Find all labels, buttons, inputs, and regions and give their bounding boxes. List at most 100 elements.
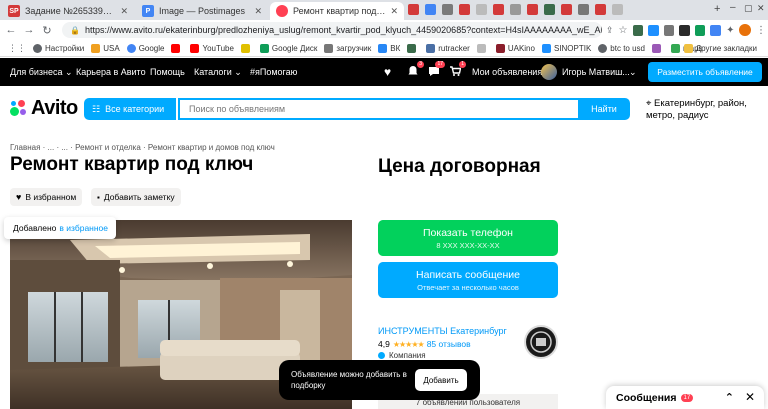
all-categories-button[interactable]: ☷ Все категории (84, 98, 176, 120)
bookmark-item[interactable]: Google (126, 43, 164, 53)
tab-favicon-icon[interactable] (527, 4, 538, 15)
tab-favicon-icon[interactable] (408, 4, 419, 15)
tab-favicon-icon[interactable] (578, 4, 589, 15)
extension-icon[interactable] (632, 24, 644, 36)
user-avatar[interactable] (541, 64, 557, 80)
bookmark-item[interactable] (171, 43, 183, 53)
added-to-favorites-tooltip: Добавлено в избранное (4, 217, 116, 239)
bookmark-item[interactable]: rutracker (426, 43, 470, 53)
breadcrumb[interactable]: Главная · ... · ... · Ремонт и отделка ·… (10, 143, 275, 152)
extension-icon[interactable] (663, 24, 675, 36)
seller-logo[interactable] (524, 325, 558, 359)
bookmark-item[interactable] (240, 43, 253, 53)
tab-favicon-icon: P (142, 5, 154, 17)
for-business-link[interactable]: Для бизнеса ⌄ (10, 67, 73, 78)
favorites-link[interactable]: в избранное (59, 223, 108, 233)
notifications-bell-icon[interactable]: 3 (407, 61, 424, 77)
close-tab-icon[interactable]: ✕ (120, 6, 128, 17)
address-bar[interactable]: 🔒 https://www.avito.ru/ekaterinburg/pred… (62, 22, 602, 38)
browser-tab[interactable]: P Image — Postimages ✕ (136, 2, 268, 20)
bookmark-item[interactable]: загрузчик (324, 43, 371, 53)
new-tab-plus-icon[interactable]: + (714, 3, 720, 15)
extension-icon[interactable] (710, 24, 722, 36)
tab-favicon-icon[interactable] (561, 4, 572, 15)
tab-favicon-icon[interactable] (442, 4, 453, 15)
messenger-widget[interactable]: Сообщения 17 ⌃ ✕ (606, 386, 764, 409)
menu-dots-icon[interactable]: ⋮ (756, 25, 766, 36)
background-tabs (408, 4, 708, 18)
avito-logo[interactable]: Avito (10, 97, 78, 120)
rating-value: 4,9 (378, 339, 390, 349)
bookmark-item[interactable]: ВК (378, 43, 400, 53)
back-arrow-icon[interactable]: ← (2, 21, 20, 39)
bookmark-item[interactable]: SINOPTIK (541, 43, 591, 53)
bookmark-item[interactable]: YouTube (190, 43, 234, 53)
bookmark-item[interactable]: Другие закладки (683, 43, 757, 53)
share-icon[interactable]: ⇪ (606, 25, 614, 36)
close-window-icon[interactable]: ✕ (757, 3, 765, 14)
extension-icon[interactable] (648, 24, 659, 36)
favorites-heart-icon[interactable]: ♥ (384, 65, 391, 79)
minimize-icon[interactable]: – (730, 2, 736, 13)
tab-favicon-icon[interactable] (510, 4, 521, 15)
career-link[interactable]: Карьера в Авито (76, 67, 146, 77)
tab-favicon-icon[interactable] (459, 4, 470, 15)
bookmark-item[interactable]: btc to usd (598, 43, 645, 53)
catalogs-link[interactable]: Каталоги ⌄ (194, 67, 242, 78)
chevron-up-icon[interactable]: ⌃ (725, 391, 734, 404)
browser-tab-active[interactable]: Ремонт квартир под ключ в Екат ✕ (270, 2, 404, 20)
find-button[interactable]: Найти (578, 98, 630, 120)
maximize-icon[interactable]: ▢ (744, 3, 753, 14)
bookmark-item[interactable] (651, 43, 664, 53)
profile-avatar-icon[interactable] (739, 24, 752, 36)
cart-icon[interactable]: 1 (449, 61, 466, 77)
bookmark-item[interactable] (476, 43, 489, 53)
tab-favicon-icon[interactable] (476, 4, 487, 15)
my-ads-link[interactable]: Мои объявления (472, 67, 542, 77)
add-to-collection-button[interactable]: Добавить (415, 369, 467, 391)
favorite-toggle-button[interactable]: ♥ В избранном (10, 188, 83, 206)
bookmark-item[interactable]: Google Диск (259, 43, 317, 53)
search-placeholder: Поиск по объявлениям (189, 104, 286, 114)
price: Цена договорная (378, 156, 541, 177)
bookmark-item[interactable]: USA (91, 43, 120, 53)
seller-type-label: Компания (389, 351, 426, 360)
show-phone-button[interactable]: Показать телефон 8 XXX XXX-XX-XX (378, 220, 558, 256)
tab-favicon-icon[interactable] (595, 4, 606, 15)
seller-name-link[interactable]: ИНСТРУМЕНТЫ Екатеринбург (378, 326, 507, 336)
close-icon[interactable]: ✕ (745, 390, 755, 404)
user-name-link[interactable]: Игорь Матвиш... (562, 67, 630, 77)
close-tab-icon[interactable]: ✕ (254, 6, 262, 17)
extension-icon[interactable] (694, 24, 706, 36)
post-ad-button[interactable]: Разместить объявление (648, 62, 762, 82)
logo-text: Avito (31, 97, 78, 119)
reviews-link[interactable]: 85 отзывов (427, 339, 471, 349)
bookmarks-bar: ⋮⋮ Настройки USA Google YouTube Google Д… (0, 40, 768, 57)
help-link[interactable]: Помощь (150, 67, 185, 77)
search-input[interactable]: Поиск по объявлениям (178, 98, 580, 120)
chevron-down-icon[interactable]: ⌄ (629, 67, 637, 78)
add-note-button[interactable]: ▪ Добавить заметку (91, 188, 181, 206)
apps-grid-icon[interactable]: ⋮⋮ (8, 43, 26, 54)
toast-message: Объявление можно добавить в подборку (291, 370, 407, 390)
forward-arrow-icon[interactable]: → (20, 21, 38, 39)
reload-icon[interactable]: ↻ (38, 21, 56, 39)
extension-icon[interactable] (679, 24, 690, 36)
star-bookmark-icon[interactable]: ☆ (619, 25, 628, 36)
browser-tab[interactable]: SP Задание №2653394 - просмотр з ✕ (2, 2, 134, 20)
tab-favicon-icon[interactable] (544, 4, 555, 15)
tab-favicon-icon[interactable] (612, 4, 623, 15)
bookmark-item[interactable] (407, 43, 419, 53)
bookmark-item[interactable]: Настройки (33, 43, 84, 53)
url-text: https://www.avito.ru/ekaterinburg/predlo… (84, 25, 602, 35)
bookmark-item[interactable]: UAKino (495, 43, 535, 53)
messages-chat-icon[interactable]: 17 (428, 61, 445, 77)
ya-pomogayu-link[interactable]: #яПомогаю (250, 67, 297, 77)
tab-favicon-icon[interactable] (425, 4, 436, 15)
location-selector[interactable]: ⌖ Екатеринбург, район, метро, радиус (646, 98, 766, 122)
write-message-button[interactable]: Написать сообщение Отвечает за несколько… (378, 262, 558, 298)
puzzle-extensions-icon[interactable]: ✦ (726, 25, 734, 36)
tab-title: Image — Postimages (159, 6, 246, 16)
close-tab-icon[interactable]: ✕ (390, 6, 398, 17)
tab-favicon-icon[interactable] (493, 4, 504, 15)
